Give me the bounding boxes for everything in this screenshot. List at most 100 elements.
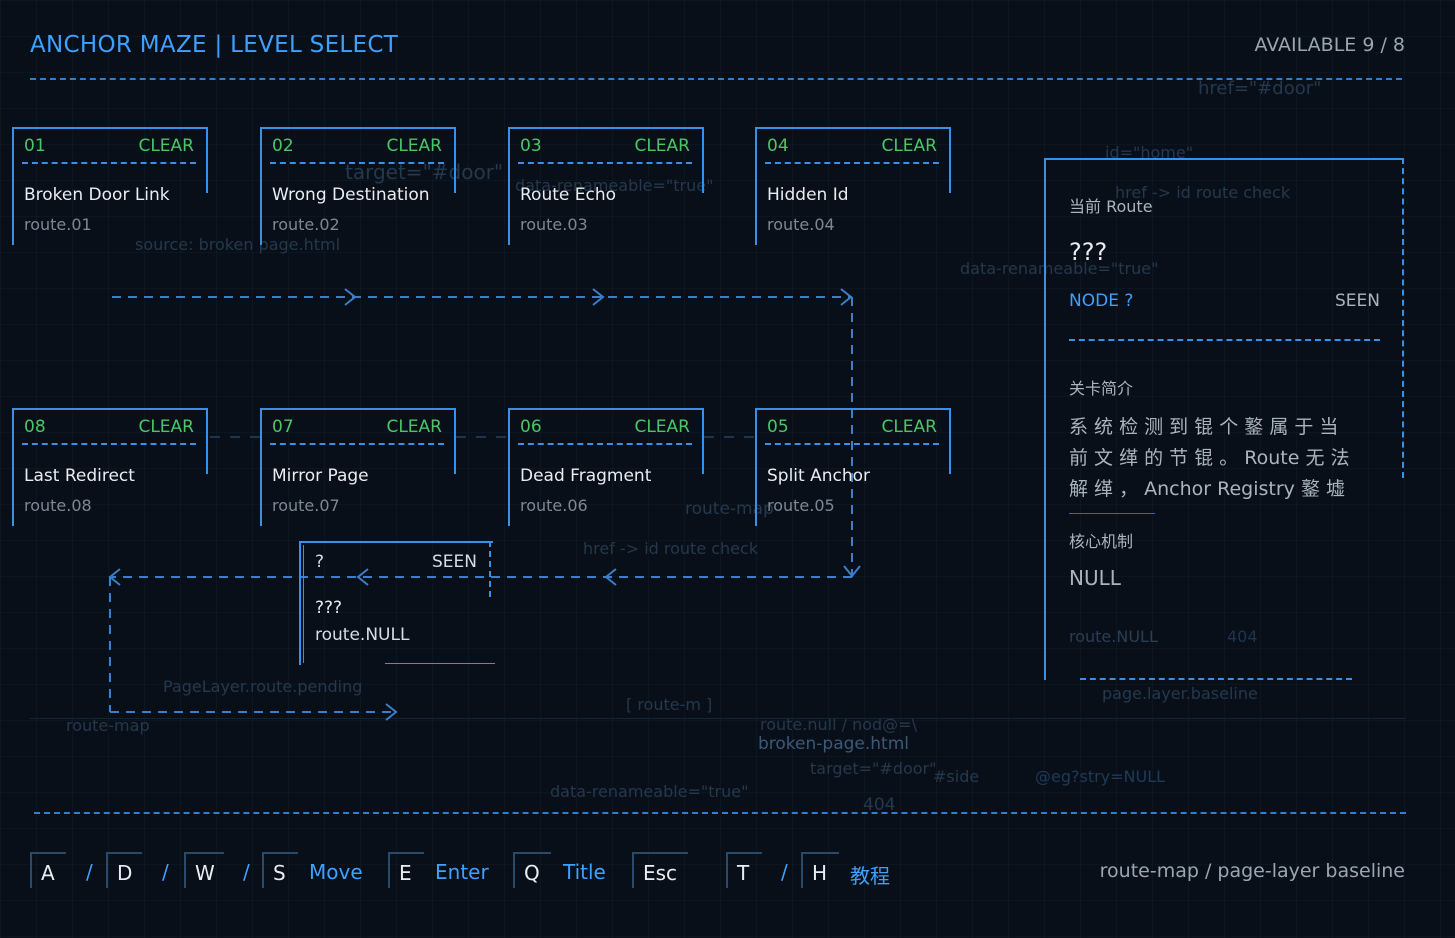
- card-frame-edge: [489, 541, 491, 597]
- level-name: Hidden Id: [767, 185, 849, 205]
- key-h[interactable]: H: [801, 852, 839, 888]
- card-frame-edge: [385, 663, 495, 664]
- level-route: route.08: [24, 496, 92, 515]
- intro-text-line: 前 文 缂 的 节 锟 。 Route 无 法: [1069, 447, 1350, 469]
- tutorial-label: 教程: [850, 864, 890, 888]
- level-route: route.02: [272, 215, 340, 234]
- panel-border: [1402, 158, 1404, 478]
- panel-divider: [1069, 339, 1380, 341]
- key-q[interactable]: Q: [513, 852, 551, 888]
- level-number: 03: [520, 136, 542, 156]
- intro-text-line: 解 缂 ， Anchor Registry 鐜 墟: [1069, 478, 1345, 500]
- card-frame-edge: [260, 472, 262, 526]
- intro-label: 关卡简介: [1069, 379, 1134, 398]
- footer-divider: [34, 812, 1406, 814]
- level-name: Dead Fragment: [520, 466, 652, 486]
- footer-status: route-map / page-layer baseline: [1099, 860, 1405, 882]
- level-card-01[interactable]: 01 CLEAR Broken Door Link route.01: [12, 127, 208, 245]
- card-frame-edge: [508, 191, 510, 245]
- move-label: Move: [309, 860, 363, 884]
- panel-border: [1044, 158, 1046, 680]
- node-status-label: SEEN: [1335, 291, 1380, 311]
- card-divider: [765, 162, 939, 164]
- level-card-04[interactable]: 04 CLEAR Hidden Id route.04: [755, 127, 951, 245]
- key-separator: /: [162, 860, 169, 884]
- key-separator: /: [86, 860, 93, 884]
- card-frame-edge: [12, 472, 14, 526]
- key-separator: /: [243, 860, 250, 884]
- card-frame-edge: [755, 472, 757, 526]
- level-route: route.01: [24, 215, 92, 234]
- card-divider: [22, 443, 196, 445]
- level-number: 01: [24, 136, 46, 156]
- card-frame-edge: [755, 191, 757, 245]
- mechanic-label: 核心机制: [1069, 532, 1134, 551]
- key-a[interactable]: A: [30, 852, 66, 888]
- key-w[interactable]: W: [184, 852, 224, 888]
- level-card-02[interactable]: 02 CLEAR Wrong Destination route.02: [260, 127, 456, 245]
- level-name: Broken Door Link: [24, 185, 170, 205]
- card-frame-edge: [12, 191, 14, 245]
- level-status: CLEAR: [881, 417, 937, 437]
- key-e[interactable]: E: [388, 852, 424, 888]
- level-route: route.06: [520, 496, 588, 515]
- panel-underline: [1069, 513, 1155, 514]
- key-separator: /: [781, 860, 788, 884]
- current-route-label: 当前 Route: [1069, 197, 1153, 216]
- node-route: route.NULL: [315, 625, 410, 645]
- key-d[interactable]: D: [106, 852, 142, 888]
- level-number: 06: [520, 417, 542, 437]
- card-divider: [270, 443, 444, 445]
- level-card-06[interactable]: 06 CLEAR Dead Fragment route.06: [508, 408, 704, 526]
- card-divider: [518, 162, 692, 164]
- card-divider: [22, 162, 196, 164]
- level-number: 02: [272, 136, 294, 156]
- level-route: route.04: [767, 215, 835, 234]
- level-number: 07: [272, 417, 294, 437]
- level-card-05[interactable]: 05 CLEAR Split Anchor route.05: [755, 408, 951, 526]
- node-number: ?: [315, 552, 325, 572]
- level-route: route.03: [520, 215, 588, 234]
- panel-ghost-code: 404: [1227, 627, 1258, 646]
- intro-text-line: 系 统 检 测 到 锟 个 鐜 属 于 当: [1069, 416, 1339, 438]
- card-divider: [765, 443, 939, 445]
- level-number: 04: [767, 136, 789, 156]
- level-route: route.05: [767, 496, 835, 515]
- level-name: Split Anchor: [767, 466, 871, 486]
- panel-border: [1044, 158, 1404, 160]
- level-status: CLEAR: [138, 136, 194, 156]
- current-route-value: ???: [1069, 238, 1108, 266]
- enter-label: Enter: [435, 860, 489, 884]
- level-status: CLEAR: [138, 417, 194, 437]
- node-status: SEEN: [432, 552, 477, 572]
- level-status: CLEAR: [386, 136, 442, 156]
- level-name: Mirror Page: [272, 466, 369, 486]
- key-t[interactable]: T: [726, 852, 762, 888]
- level-card-08[interactable]: 08 CLEAR Last Redirect route.08: [12, 408, 208, 526]
- hidden-node-card[interactable]: ? SEEN ??? route.NULL: [299, 541, 495, 665]
- key-esc[interactable]: Esc: [632, 852, 688, 888]
- key-s[interactable]: S: [262, 852, 298, 888]
- level-status: CLEAR: [634, 136, 690, 156]
- card-frame-glitch: [303, 545, 304, 663]
- level-card-07[interactable]: 07 CLEAR Mirror Page route.07: [260, 408, 456, 526]
- card-frame-edge: [508, 472, 510, 526]
- level-name: Last Redirect: [24, 466, 135, 486]
- level-card-03[interactable]: 03 CLEAR Route Echo route.03: [508, 127, 704, 245]
- panel-ghost-route: route.NULL: [1069, 627, 1158, 646]
- level-route: route.07: [272, 496, 340, 515]
- level-name: Route Echo: [520, 185, 617, 205]
- level-number: 05: [767, 417, 789, 437]
- card-frame-edge: [260, 191, 262, 245]
- card-divider: [270, 162, 444, 164]
- title-label: Title: [563, 860, 606, 884]
- level-status: CLEAR: [386, 417, 442, 437]
- route-info-panel: 当前 Route ??? NODE ? SEEN 关卡简介 系 统 检 测 到 …: [1044, 158, 1404, 680]
- mechanic-value: NULL: [1069, 566, 1121, 590]
- panel-border: [1080, 678, 1352, 680]
- level-status: CLEAR: [881, 136, 937, 156]
- node-label: NODE ?: [1069, 291, 1134, 311]
- level-status: CLEAR: [634, 417, 690, 437]
- card-divider: [518, 443, 692, 445]
- level-number: 08: [24, 417, 46, 437]
